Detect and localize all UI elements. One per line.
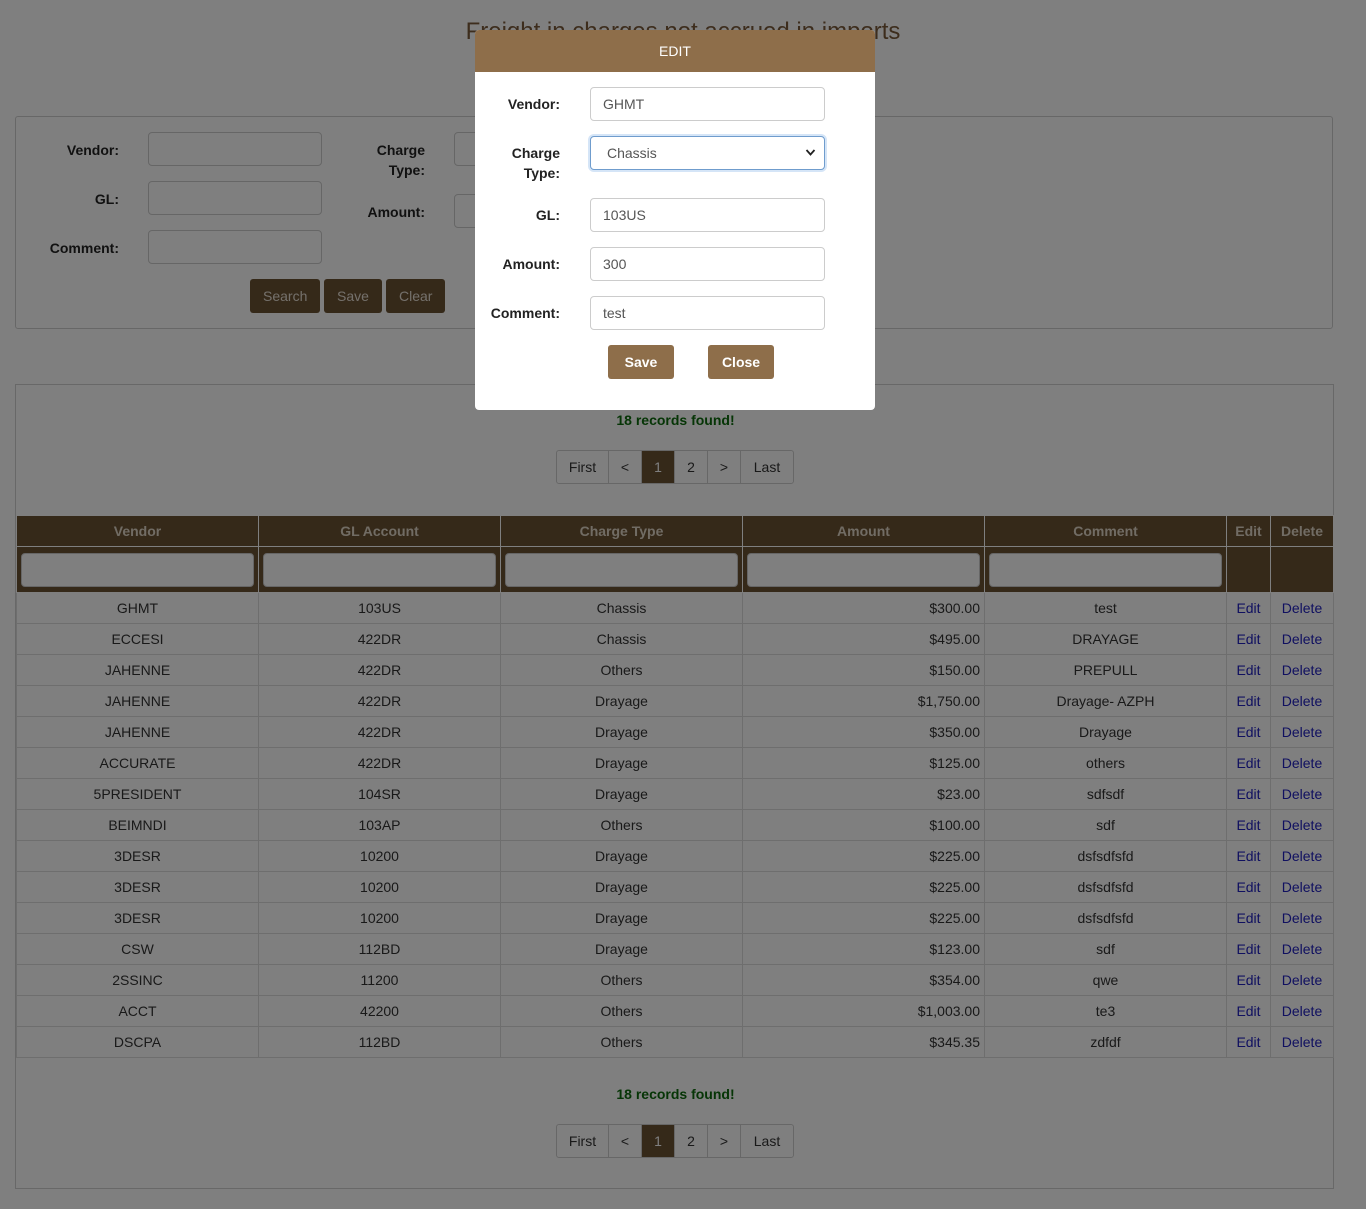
modal-close-button[interactable]: Close <box>708 345 774 379</box>
modal-gl-input[interactable]: 103US <box>590 198 825 232</box>
modal-save-button[interactable]: Save <box>608 345 674 379</box>
modal-charge-type-select[interactable]: Chassis <box>590 136 825 170</box>
modal-amount-input[interactable]: 300 <box>590 247 825 281</box>
chevron-down-icon <box>805 137 816 182</box>
modal-charge-type-label-line2: Type: <box>523 165 560 181</box>
modal-comment-input[interactable]: test <box>590 296 825 330</box>
modal-comment-label: Comment: <box>490 305 560 321</box>
edit-modal: EDIT Vendor: GHMT Charge Type: Chassis G… <box>475 30 875 410</box>
modal-vendor-input[interactable]: GHMT <box>590 87 825 121</box>
modal-amount-label: Amount: <box>502 256 560 272</box>
modal-gl-label: GL: <box>535 207 560 223</box>
modal-charge-type-label-line1: Charge <box>511 145 560 161</box>
modal-vendor-label: Vendor: <box>507 96 560 112</box>
modal-charge-type-value: Chassis <box>607 145 657 161</box>
modal-charge-type-label: Charge Type: <box>485 143 560 183</box>
modal-title: EDIT <box>475 30 875 72</box>
